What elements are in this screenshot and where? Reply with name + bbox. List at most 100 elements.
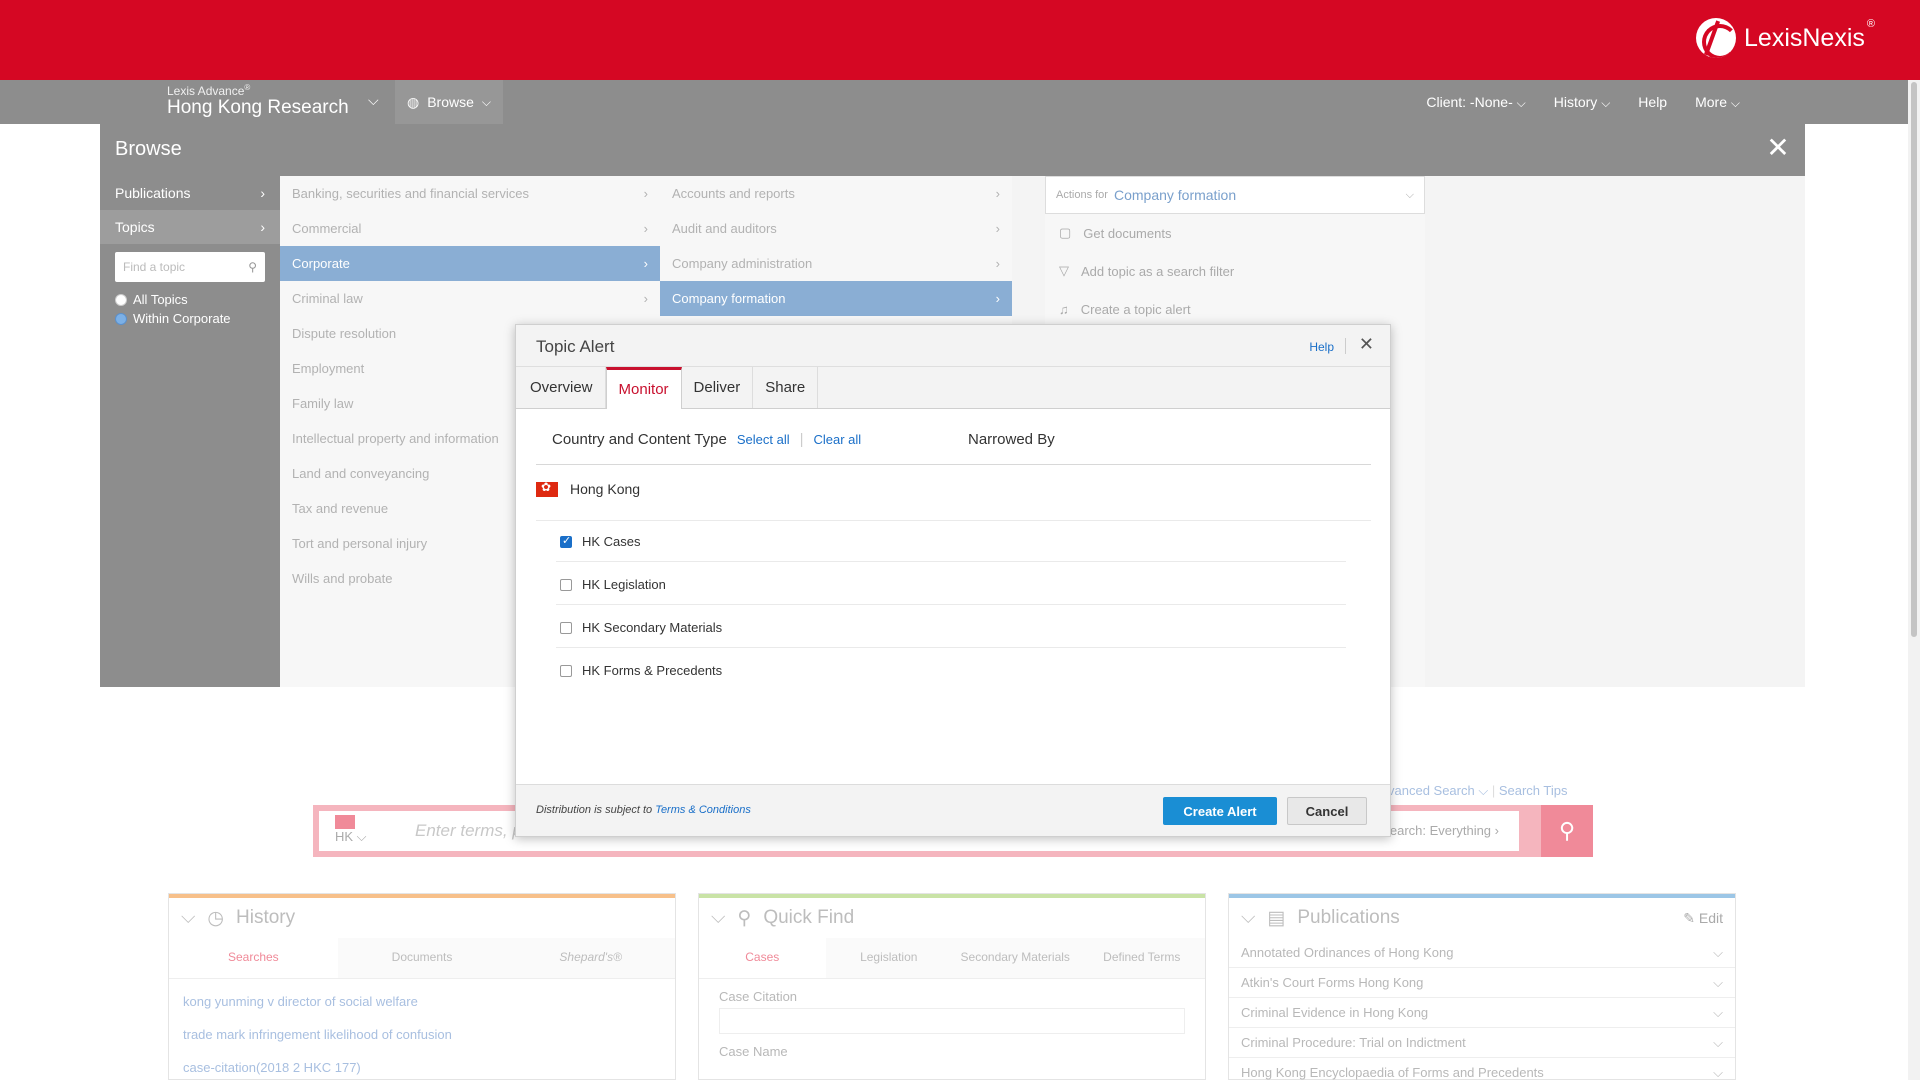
checkbox[interactable] [560, 664, 572, 677]
history-menu[interactable]: History ⌵ [1554, 94, 1611, 111]
tab-monitor[interactable]: Monitor [605, 367, 682, 409]
radio-button[interactable] [115, 312, 127, 325]
topic-item[interactable]: Criminal law › [280, 281, 660, 316]
checkbox[interactable] [560, 534, 572, 548]
product-chevron-down-icon[interactable]: ⌵ [368, 92, 379, 109]
document-icon: ▢ [1059, 225, 1072, 240]
browse-topics[interactable]: Topics › [100, 210, 280, 244]
history-item[interactable]: case-citation(2018 2 HKC 177) [183, 1051, 661, 1080]
browse-publications[interactable]: Publications › [100, 176, 280, 210]
checkbox[interactable] [560, 621, 572, 634]
publication-label: Hong Kong Encyclopaedia of Forms and Pre… [1241, 1065, 1544, 1080]
help-link[interactable]: Help [1638, 94, 1667, 110]
topic-item-selected[interactable]: Corporate › [280, 246, 660, 281]
modal-help-link[interactable]: Help [1309, 340, 1334, 354]
subtopic-item[interactable]: Audit and auditors › [660, 211, 1012, 246]
tab-overview[interactable]: Overview [518, 367, 606, 408]
radio-all-topics[interactable]: All Topics [100, 290, 280, 309]
checkbox[interactable] [560, 578, 572, 591]
option-label: HK Cases [582, 534, 641, 549]
browse-button[interactable]: ◍ Browse ⌵ [395, 80, 504, 124]
browse-header: Browse ✕ [100, 124, 1805, 176]
hong-kong-flag-icon [536, 480, 558, 497]
subtopic-item[interactable]: Accounts and reports › [660, 176, 1012, 211]
tab-documents[interactable]: Documents [337, 938, 507, 978]
scrollbar-thumb[interactable] [1911, 82, 1917, 637]
radio-within-corporate[interactable]: Within Corporate [100, 309, 280, 328]
search-scope[interactable]: Search: Everything › [1381, 823, 1499, 838]
tab-searches[interactable]: Searches [169, 938, 338, 978]
clear-all-link[interactable]: Clear all [814, 432, 862, 447]
subtopic-item-selected[interactable]: Company formation › [660, 281, 1012, 316]
publication-item[interactable]: Atkin's Court Forms Hong Kong ⌵ [1229, 968, 1735, 998]
find-topic-input[interactable]: Find a topic ⚲ [115, 252, 265, 282]
history-item[interactable]: kong yunming v director of social welfar… [183, 985, 661, 1018]
divider [536, 464, 1371, 465]
page-scrollbar[interactable] [1908, 80, 1920, 1080]
publication-item[interactable]: Criminal Procedure: Trial on Indictment ⌵ [1229, 1028, 1735, 1058]
tab-deliver[interactable]: Deliver [682, 367, 754, 408]
chevron-down-icon[interactable]: ⌵ [711, 907, 725, 929]
close-icon[interactable]: ✕ [1763, 134, 1793, 164]
chevron-right-icon: › [995, 291, 1000, 306]
create-alert-button[interactable]: Create Alert [1163, 797, 1277, 825]
publication-item[interactable]: Annotated Ordinances of Hong Kong ⌵ [1229, 938, 1735, 968]
chevron-down-icon: ⌵ [1713, 944, 1723, 960]
publication-item[interactable]: Criminal Evidence in Hong Kong ⌵ [1229, 998, 1735, 1028]
country-selector[interactable]: HK ⌵ [335, 815, 367, 845]
quickfind-card-header: ⌵ ⚲ Quick Find [699, 898, 1205, 938]
subtopic-label: Audit and auditors [672, 221, 777, 236]
search-input[interactable]: Enter terms, p [415, 821, 522, 841]
option-hk-cases[interactable]: HK Cases [560, 534, 641, 549]
publication-item[interactable]: Hong Kong Encyclopaedia of Forms and Pre… [1229, 1058, 1735, 1080]
subtopic-item[interactable]: Company administration › [660, 246, 1012, 281]
clock-icon: ◷ [207, 907, 224, 929]
brand[interactable]: LexisNexis ® [1696, 18, 1875, 58]
more-menu[interactable]: More ⌵ [1695, 94, 1740, 111]
history-item[interactable]: trade mark infringement likelihood of co… [183, 1018, 661, 1051]
cancel-button[interactable]: Cancel [1287, 797, 1367, 825]
chevron-down-icon: ⌵ [481, 94, 492, 109]
tab-secondary-materials[interactable]: Secondary Materials [952, 938, 1079, 978]
search-button[interactable]: ⚲ [1541, 805, 1593, 857]
terms-link[interactable]: Terms & Conditions [655, 804, 751, 816]
select-all-link[interactable]: Select all [737, 432, 790, 447]
advanced-search-link[interactable]: vanced Search ⌵ [1388, 783, 1488, 798]
tab-defined-terms[interactable]: Defined Terms [1078, 938, 1205, 978]
divider [556, 604, 1346, 605]
books-icon: ▤ [1267, 907, 1286, 929]
option-label: HK Forms & Precedents [582, 663, 723, 678]
chevron-down-icon[interactable]: ⌵ [181, 907, 195, 929]
action-add-filter[interactable]: ▽ Add topic as a search filter [1045, 252, 1425, 290]
search-links: vanced Search ⌵ | Search Tips [1388, 783, 1568, 798]
tab-share[interactable]: Share [753, 367, 819, 408]
option-hk-forms-precedents[interactable]: HK Forms & Precedents [560, 663, 722, 678]
action-get-documents[interactable]: ▢ Get documents [1045, 214, 1425, 252]
actions-dropdown[interactable]: Actions for Company formation ⌵ [1045, 176, 1425, 214]
tab-shepards[interactable]: Shepard's® [506, 938, 676, 978]
close-icon[interactable]: ✕ [1359, 334, 1374, 355]
client-menu[interactable]: Client: -None- ⌵ [1426, 94, 1525, 111]
chevron-right-icon: › [260, 219, 265, 235]
action-create-alert[interactable]: ♫ Create a topic alert [1045, 290, 1425, 328]
option-hk-legislation[interactable]: HK Legislation [560, 577, 666, 592]
narrowed-by-label: Narrowed By [968, 431, 1055, 448]
edit-button[interactable]: ✎ Edit [1683, 910, 1723, 927]
case-citation-input[interactable] [719, 1008, 1185, 1034]
publication-label: Atkin's Court Forms Hong Kong [1241, 975, 1424, 990]
product-title[interactable]: Lexis Advance® Hong Kong Research [167, 83, 349, 119]
tab-legislation[interactable]: Legislation [825, 938, 952, 978]
country-label: Hong Kong [570, 481, 641, 497]
chevron-right-icon: › [995, 186, 1000, 201]
publication-label: Criminal Evidence in Hong Kong [1241, 1005, 1429, 1020]
topic-item[interactable]: Banking, securities and financial servic… [280, 176, 660, 211]
radio-button[interactable] [115, 293, 127, 306]
tab-cases[interactable]: Cases [699, 938, 826, 978]
search-tips-link[interactable]: Search Tips [1499, 783, 1568, 798]
distribution-text: Distribution is subject to [536, 804, 653, 816]
history-card-header: ⌵ ◷ History [169, 898, 675, 938]
chevron-down-icon[interactable]: ⌵ [1241, 907, 1255, 929]
topic-item[interactable]: Commercial › [280, 211, 660, 246]
option-hk-secondary-materials[interactable]: HK Secondary Materials [560, 620, 722, 635]
search-icon[interactable]: ⚲ [248, 260, 257, 274]
